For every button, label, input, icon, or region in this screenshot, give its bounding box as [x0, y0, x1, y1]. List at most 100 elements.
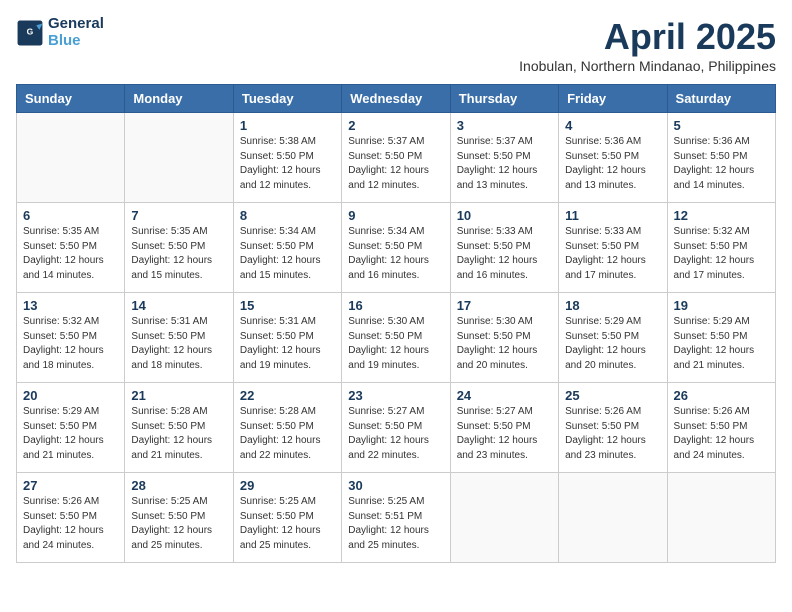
day-number: 17 [457, 298, 552, 313]
day-cell: 1Sunrise: 5:38 AM Sunset: 5:50 PM Daylig… [233, 113, 341, 203]
day-number: 5 [674, 118, 769, 133]
day-info: Sunrise: 5:26 AM Sunset: 5:50 PM Dayligh… [23, 495, 118, 553]
day-cell: 24 Sunrise: 5:27 AM Sunset: 5:50 PM Dayli… [450, 383, 558, 473]
day-cell: 19 Sunrise: 5:29 AM Sunset: 5:50 PM Dayli… [667, 293, 775, 383]
week-row-4: 20 Sunrise: 5:29 AM Sunset: 5:50 PM Dayli… [17, 383, 776, 473]
day-info: Sunrise: 5:37 AM Sunset: 5:50 PM Dayligh… [348, 135, 443, 193]
day-number: 20 [23, 388, 118, 403]
day-info: Sunrise: 5:29 AM Sunset: 5:50 PM Dayligh… [565, 315, 660, 373]
day-cell: 28 Sunrise: 5:25 AM Sunset: 5:50 PM Dayli… [125, 473, 233, 563]
day-cell: 22 Sunrise: 5:28 AM Sunset: 5:50 PM Dayli… [233, 383, 341, 473]
day-number: 29 [240, 478, 335, 493]
day-number: 13 [23, 298, 118, 313]
day-info: Sunrise: 5:35 AM Sunset: 5:50 PM Dayligh… [131, 225, 226, 283]
day-cell: 27Sunrise: 5:26 AM Sunset: 5:50 PM Dayli… [17, 473, 125, 563]
day-cell: 12Sunrise: 5:32 AM Sunset: 5:50 PM Dayli… [667, 203, 775, 293]
day-number: 23 [348, 388, 443, 403]
day-info: Sunrise: 5:30 AM Sunset: 5:50 PM Dayligh… [457, 315, 552, 373]
day-cell [125, 113, 233, 203]
day-cell: 11Sunrise: 5:33 AM Sunset: 5:50 PM Dayli… [559, 203, 667, 293]
logo-line2: Blue [48, 33, 104, 50]
day-info: Sunrise: 5:37 AM Sunset: 5:50 PM Dayligh… [457, 135, 552, 193]
week-row-5: 27Sunrise: 5:26 AM Sunset: 5:50 PM Dayli… [17, 473, 776, 563]
day-cell: 4Sunrise: 5:36 AM Sunset: 5:50 PM Daylig… [559, 113, 667, 203]
day-info: Sunrise: 5:28 AM Sunset: 5:50 PM Dayligh… [240, 405, 335, 463]
day-info: Sunrise: 5:25 AM Sunset: 5:50 PM Dayligh… [131, 495, 226, 553]
day-info: Sunrise: 5:26 AM Sunset: 5:50 PM Dayligh… [674, 405, 769, 463]
main-title: April 2025 [519, 16, 776, 58]
day-cell: 7 Sunrise: 5:35 AM Sunset: 5:50 PM Daylig… [125, 203, 233, 293]
day-cell: 23Sunrise: 5:27 AM Sunset: 5:50 PM Dayli… [342, 383, 450, 473]
day-number: 3 [457, 118, 552, 133]
day-cell: 30 Sunrise: 5:25 AM Sunset: 5:51 PM Dayli… [342, 473, 450, 563]
day-cell: 6Sunrise: 5:35 AM Sunset: 5:50 PM Daylig… [17, 203, 125, 293]
day-info: Sunrise: 5:36 AM Sunset: 5:50 PM Dayligh… [674, 135, 769, 193]
title-area: April 2025 Inobulan, Northern Mindanao, … [519, 16, 776, 74]
day-info: Sunrise: 5:28 AM Sunset: 5:50 PM Dayligh… [131, 405, 226, 463]
day-info: Sunrise: 5:35 AM Sunset: 5:50 PM Dayligh… [23, 225, 118, 283]
day-cell: 17 Sunrise: 5:30 AM Sunset: 5:50 PM Dayli… [450, 293, 558, 383]
day-number: 26 [674, 388, 769, 403]
logo-line1: General [48, 16, 104, 33]
day-number: 8 [240, 208, 335, 223]
svg-text:G: G [27, 26, 34, 36]
day-cell: 29 Sunrise: 5:25 AM Sunset: 5:50 PM Dayli… [233, 473, 341, 563]
day-number: 14 [131, 298, 226, 313]
day-number: 7 [131, 208, 226, 223]
day-cell: 10 Sunrise: 5:33 AM Sunset: 5:50 PM Dayli… [450, 203, 558, 293]
logo: G General Blue [16, 16, 104, 49]
day-number: 25 [565, 388, 660, 403]
header: G General Blue April 2025 Inobulan, Nort… [16, 16, 776, 74]
day-number: 24 [457, 388, 552, 403]
week-row-2: 6Sunrise: 5:35 AM Sunset: 5:50 PM Daylig… [17, 203, 776, 293]
day-number: 30 [348, 478, 443, 493]
day-cell: 5 Sunrise: 5:36 AM Sunset: 5:50 PM Daylig… [667, 113, 775, 203]
day-cell [667, 473, 775, 563]
col-header-saturday: Saturday [667, 85, 775, 113]
col-header-tuesday: Tuesday [233, 85, 341, 113]
day-cell: 20 Sunrise: 5:29 AM Sunset: 5:50 PM Dayli… [17, 383, 125, 473]
day-info: Sunrise: 5:27 AM Sunset: 5:50 PM Dayligh… [457, 405, 552, 463]
day-cell [450, 473, 558, 563]
day-number: 1 [240, 118, 335, 133]
day-info: Sunrise: 5:30 AM Sunset: 5:50 PM Dayligh… [348, 315, 443, 373]
day-info: Sunrise: 5:26 AM Sunset: 5:50 PM Dayligh… [565, 405, 660, 463]
col-header-sunday: Sunday [17, 85, 125, 113]
subtitle: Inobulan, Northern Mindanao, Philippines [519, 58, 776, 74]
day-info: Sunrise: 5:25 AM Sunset: 5:50 PM Dayligh… [240, 495, 335, 553]
col-header-friday: Friday [559, 85, 667, 113]
day-info: Sunrise: 5:36 AM Sunset: 5:50 PM Dayligh… [565, 135, 660, 193]
day-number: 19 [674, 298, 769, 313]
day-number: 22 [240, 388, 335, 403]
day-cell: 25 Sunrise: 5:26 AM Sunset: 5:50 PM Dayli… [559, 383, 667, 473]
col-header-wednesday: Wednesday [342, 85, 450, 113]
day-info: Sunrise: 5:32 AM Sunset: 5:50 PM Dayligh… [674, 225, 769, 283]
day-info: Sunrise: 5:32 AM Sunset: 5:50 PM Dayligh… [23, 315, 118, 373]
day-cell: 8Sunrise: 5:34 AM Sunset: 5:50 PM Daylig… [233, 203, 341, 293]
day-info: Sunrise: 5:25 AM Sunset: 5:51 PM Dayligh… [348, 495, 443, 553]
day-number: 2 [348, 118, 443, 133]
day-info: Sunrise: 5:34 AM Sunset: 5:50 PM Dayligh… [348, 225, 443, 283]
day-number: 10 [457, 208, 552, 223]
day-cell: 26 Sunrise: 5:26 AM Sunset: 5:50 PM Dayli… [667, 383, 775, 473]
day-number: 18 [565, 298, 660, 313]
day-cell: 3 Sunrise: 5:37 AM Sunset: 5:50 PM Daylig… [450, 113, 558, 203]
day-number: 16 [348, 298, 443, 313]
day-number: 21 [131, 388, 226, 403]
day-info: Sunrise: 5:33 AM Sunset: 5:50 PM Dayligh… [457, 225, 552, 283]
day-cell: 14 Sunrise: 5:31 AM Sunset: 5:50 PM Dayli… [125, 293, 233, 383]
day-info: Sunrise: 5:29 AM Sunset: 5:50 PM Dayligh… [674, 315, 769, 373]
day-cell [17, 113, 125, 203]
day-number: 11 [565, 208, 660, 223]
col-header-monday: Monday [125, 85, 233, 113]
week-row-3: 13 Sunrise: 5:32 AM Sunset: 5:50 PM Dayli… [17, 293, 776, 383]
day-number: 9 [348, 208, 443, 223]
day-cell: 2 Sunrise: 5:37 AM Sunset: 5:50 PM Daylig… [342, 113, 450, 203]
day-number: 28 [131, 478, 226, 493]
col-header-thursday: Thursday [450, 85, 558, 113]
day-cell: 16 Sunrise: 5:30 AM Sunset: 5:50 PM Dayli… [342, 293, 450, 383]
day-info: Sunrise: 5:29 AM Sunset: 5:50 PM Dayligh… [23, 405, 118, 463]
day-info: Sunrise: 5:31 AM Sunset: 5:50 PM Dayligh… [131, 315, 226, 373]
day-cell [559, 473, 667, 563]
day-cell: 15Sunrise: 5:31 AM Sunset: 5:50 PM Dayli… [233, 293, 341, 383]
